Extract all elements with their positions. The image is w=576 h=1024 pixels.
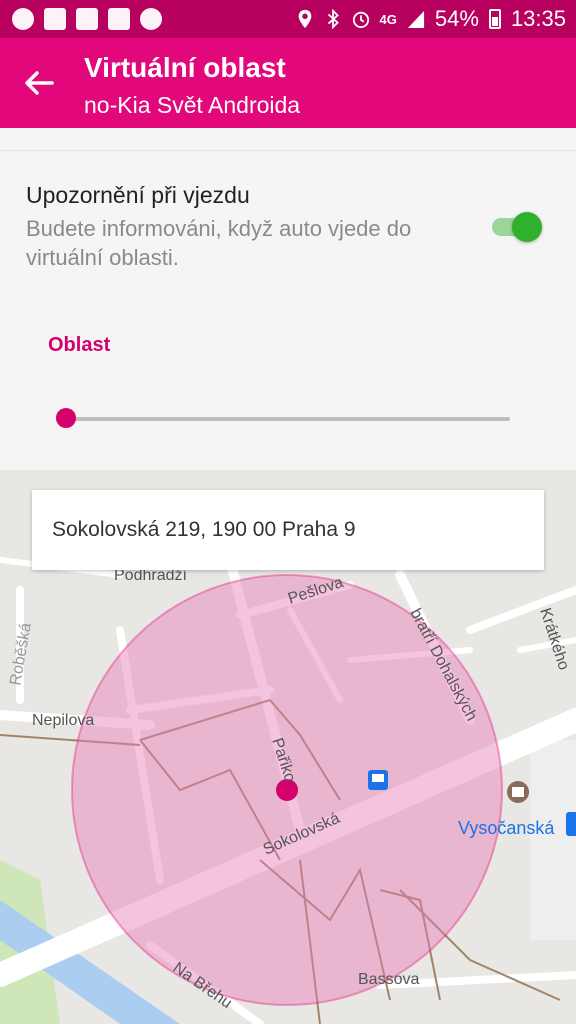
toggle-thumb: [512, 212, 542, 242]
image-icon: [44, 8, 66, 30]
alarm-icon: [352, 11, 369, 28]
battery-percent: 54%: [434, 6, 479, 31]
map-label-vysocanska: Vysočanská: [458, 818, 555, 838]
address-card[interactable]: Sokolovská 219, 190 00 Praha 9: [32, 490, 544, 570]
settings-panel: Upozornění při vjezdu Budete informováni…: [0, 128, 576, 470]
bluetooth-icon: [327, 9, 339, 29]
slider-track: [56, 417, 510, 421]
divider: [0, 150, 576, 151]
sync-icon: [140, 8, 162, 30]
slider-thumb[interactable]: [56, 408, 76, 428]
clock: 13:35: [510, 6, 566, 31]
area-label: Oblast: [48, 334, 111, 356]
area-slider[interactable]: [56, 406, 510, 430]
entry-notification-toggle[interactable]: [492, 212, 544, 242]
address-text: Sokolovská 219, 190 00 Praha 9: [52, 518, 356, 541]
page-title: Virtuální oblast: [84, 52, 286, 83]
network-type: 4G: [379, 11, 397, 27]
location-icon: [298, 9, 311, 29]
map-label-bassova: Bassova: [358, 971, 419, 988]
app-bar: Virtuální oblast no-Kia Svět Androida: [0, 38, 576, 128]
message-icon: [12, 8, 34, 30]
arrow-back-icon[interactable]: [20, 65, 60, 101]
status-bar: 4G 54% 13:35: [0, 0, 576, 38]
status-left-icons: [12, 8, 162, 30]
signal-icon: [407, 10, 424, 28]
notification-title: Upozornění při vjezdu: [26, 182, 250, 208]
wifi-icon: [108, 8, 130, 30]
page-subtitle: no-Kia Svět Androida: [84, 92, 301, 118]
map-label-nepilova: Nepilova: [32, 712, 94, 729]
cast-icon: [76, 8, 98, 30]
notification-description: Budete informováni, když auto vjede do v…: [26, 216, 412, 270]
status-right: 4G 54% 13:35: [296, 6, 566, 32]
battery-icon: [488, 9, 501, 29]
